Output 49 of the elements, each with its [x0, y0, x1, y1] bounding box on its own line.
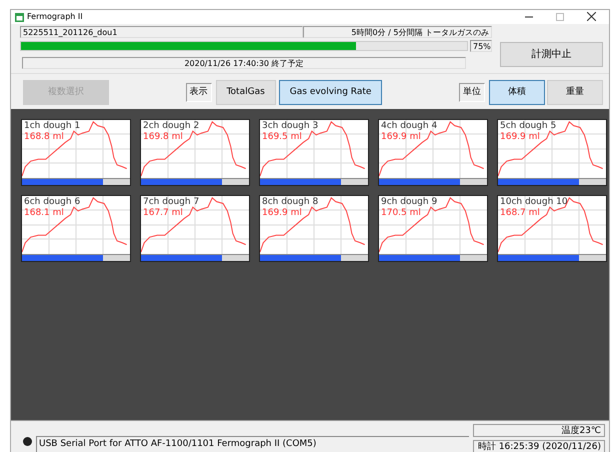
channel-value: 168.8 ml: [24, 132, 64, 143]
clock-field: 時計 16:25:39 (2020/11/26): [473, 440, 605, 452]
app-icon: [15, 12, 24, 22]
channel-name: 7ch dough 7: [143, 197, 200, 208]
display-label: 表示: [186, 82, 212, 102]
channel-value: 169.9 ml: [500, 132, 540, 143]
channel-name: 1ch dough 1: [24, 121, 80, 132]
channel-card[interactable]: 3ch dough 3 169.5 ml: [259, 119, 369, 186]
channel-value: 169.5 ml: [262, 132, 302, 143]
channel-value: 168.7 ml: [500, 208, 540, 219]
channel-card[interactable]: 6ch dough 6 168.1 ml: [21, 195, 131, 262]
close-icon: [586, 12, 596, 22]
channel-card[interactable]: 5ch dough 5 169.9 ml: [497, 119, 607, 186]
option-button[interactable]: TotalGas: [216, 80, 276, 105]
channel-value: 167.7 ml: [143, 208, 183, 219]
channel-value: 169.8 ml: [143, 132, 183, 143]
option-button[interactable]: Gas evolving Rate: [278, 80, 382, 105]
channel-value: 169.9 ml: [262, 208, 302, 219]
channel-card[interactable]: 7ch dough 7 167.7 ml: [140, 195, 250, 262]
channel-value: 169.9 ml: [381, 132, 421, 143]
channel-name: 4ch dough 4: [381, 121, 438, 132]
channel-card[interactable]: 9ch dough 9 170.5 ml: [378, 195, 488, 262]
channel-card[interactable]: 4ch dough 4 169.9 ml: [378, 119, 488, 186]
window-title: Fermograph II: [27, 11, 83, 23]
channel-value: 170.5 ml: [381, 208, 421, 219]
channel-card[interactable]: 10ch dough 10 168.7 ml: [497, 195, 607, 262]
status-dot-icon: [23, 437, 32, 446]
channel-name: 9ch dough 9: [381, 197, 438, 208]
channel-name: 2ch dough 2: [143, 121, 200, 132]
channel-name: 5ch dough 5: [500, 121, 556, 132]
maximize-icon: [556, 12, 564, 21]
channel-card[interactable]: 8ch dough 8 169.9 ml: [259, 195, 369, 262]
channel-name: 6ch dough 6: [24, 197, 80, 208]
unit-label: 単位: [459, 82, 486, 102]
channel-name: 10ch dough 10: [500, 197, 568, 208]
channel-name: 3ch dough 3: [262, 121, 318, 132]
channel-value: 168.1 ml: [24, 208, 64, 219]
run-name-field: 5225511_201126_dou1: [20, 26, 303, 38]
port-field: USB Serial Port for ATTO AF-1100/1101 Fermograph II (COM5): [36, 436, 469, 452]
run-info-field: 5時間0分 / 5分間隔 トータルガスのみ: [303, 26, 492, 38]
channel-name: 8ch dough 8: [262, 197, 318, 208]
progress-reading: 75%: [470, 40, 492, 52]
channel-card[interactable]: 2ch dough 2 169.8 ml: [140, 119, 250, 186]
option-button[interactable]: 重量: [547, 80, 604, 105]
channel-card[interactable]: 1ch dough 1 168.8 ml: [21, 119, 131, 186]
stop-button[interactable]: 計測中止: [500, 42, 603, 67]
temperature-field: 温度23℃: [473, 424, 605, 437]
end-time-field: 2020/11/26 17:40:30 終了予定: [22, 57, 466, 69]
option-button[interactable]: 体積: [489, 80, 546, 105]
